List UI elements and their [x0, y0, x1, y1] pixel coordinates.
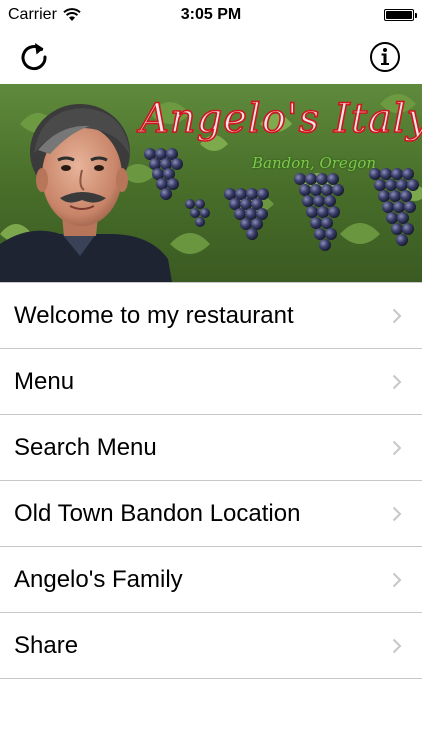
chevron-right-icon	[392, 440, 402, 456]
menu-item-label: Old Town Bandon Location	[14, 500, 301, 527]
menu-item-label: Welcome to my restaurant	[14, 302, 294, 329]
refresh-icon[interactable]	[17, 40, 51, 74]
menu-item-welcome[interactable]: Welcome to my restaurant	[0, 283, 422, 349]
menu-item-share[interactable]: Share	[0, 613, 422, 679]
info-icon[interactable]	[368, 40, 402, 74]
menu-item-location[interactable]: Old Town Bandon Location	[0, 481, 422, 547]
chevron-right-icon	[392, 638, 402, 654]
restaurant-banner: Angelo's Italy Bandon, Oregon	[0, 84, 422, 282]
menu-item-label: Search Menu	[14, 434, 157, 461]
menu-item-label: Menu	[14, 368, 75, 395]
chevron-right-icon	[392, 374, 402, 390]
chevron-right-icon	[392, 506, 402, 522]
chevron-right-icon	[392, 308, 402, 324]
menu-item-menu[interactable]: Menu	[0, 349, 422, 415]
banner-title: Angelo's Italy	[139, 95, 422, 143]
menu-item-search-menu[interactable]: Search Menu	[0, 415, 422, 481]
status-time: 3:05 PM	[180, 6, 242, 23]
menu-list: Welcome to my restaurant Menu Search Men…	[0, 282, 422, 679]
battery-icon	[384, 9, 417, 21]
menu-item-family[interactable]: Angelo's Family	[0, 547, 422, 613]
battery-fill	[386, 11, 412, 19]
menu-item-label: Share	[14, 632, 79, 659]
nav-bar	[0, 30, 422, 84]
banner-subtitle: Bandon, Oregon	[252, 154, 377, 172]
status-bar: Carrier 3:05 PM	[0, 0, 422, 30]
menu-item-label: Angelo's Family	[14, 566, 183, 593]
chevron-right-icon	[392, 572, 402, 588]
